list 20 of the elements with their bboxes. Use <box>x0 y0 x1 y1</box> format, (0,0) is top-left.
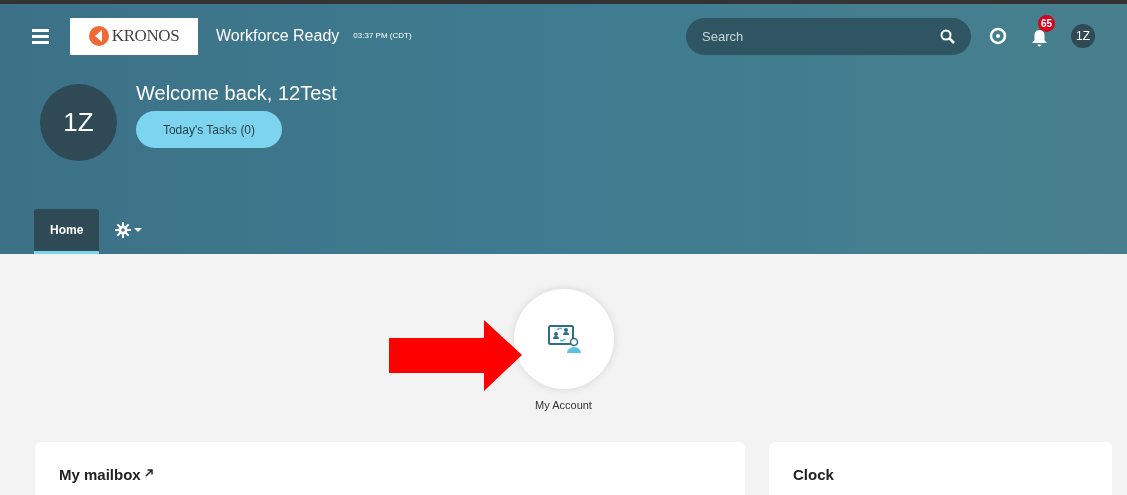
notification-badge: 65 <box>1038 15 1056 32</box>
bell-icon[interactable] <box>1031 29 1048 47</box>
external-link-icon[interactable] <box>144 468 153 477</box>
shortcut-label: My Account <box>535 398 592 413</box>
time-text: 03:37 PM (CDT) <box>353 30 412 42</box>
logo-icon <box>88 26 109 46</box>
logo-text: KRONOS <box>111 25 180 48</box>
settings-icon <box>115 222 144 238</box>
search-field[interactable]: Search <box>686 17 971 55</box>
search-icon[interactable] <box>940 28 955 44</box>
tasks-button[interactable]: Today's Tasks (0) <box>136 111 282 148</box>
app-title: Workforce Ready <box>216 26 340 46</box>
profile-avatar: 1Z <box>40 84 117 161</box>
menu-icon[interactable] <box>32 28 49 44</box>
welcome-heading: Welcome back, 12Test <box>136 81 337 105</box>
card-title[interactable]: My mailbox <box>59 463 141 486</box>
card-title: Clock <box>793 464 834 485</box>
account-icon <box>546 324 581 354</box>
home-tab[interactable]: Home <box>34 209 100 254</box>
user-avatar[interactable]: 1Z <box>1071 24 1095 48</box>
